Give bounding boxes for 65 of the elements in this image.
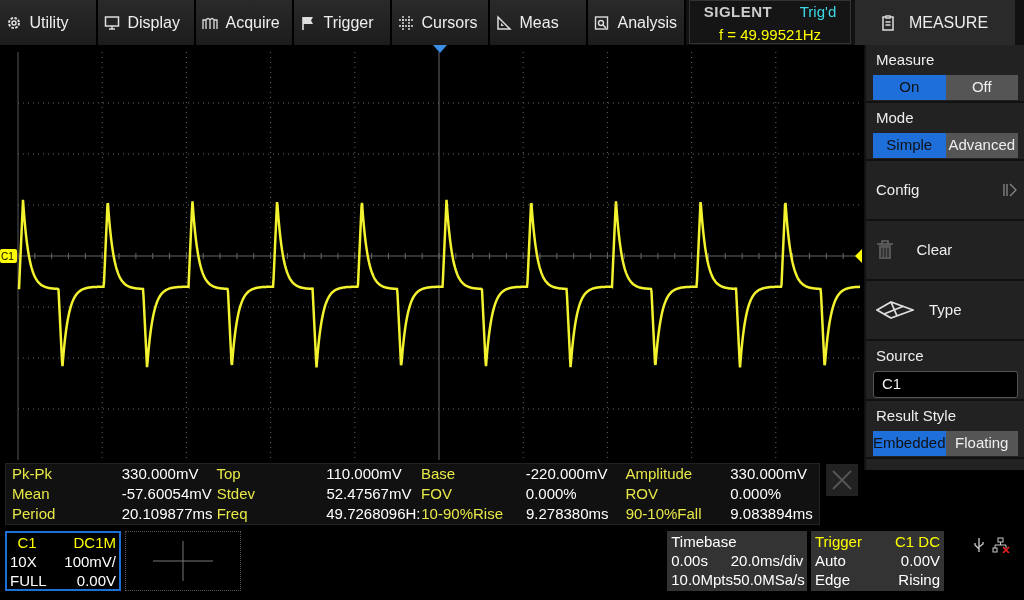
channel-panel[interactable]: C1 DC1M 10X 100mV/ FULL 0.00V xyxy=(5,531,121,591)
trigger-source: C1 DC xyxy=(895,532,940,551)
brand-logo: SIGLENT xyxy=(703,2,773,22)
measurement-name: FOV xyxy=(420,484,453,504)
menu-tab[interactable]: Meas xyxy=(490,0,588,45)
measurement-value: 52.47567mV xyxy=(325,484,413,504)
menu-tab[interactable]: Acquire xyxy=(196,0,294,45)
toggle-option[interactable]: Floating xyxy=(945,431,1018,456)
bandwidth-value: FULL xyxy=(10,571,47,590)
clear-button[interactable]: Clear xyxy=(866,221,1024,281)
measurement-value: 9.083894ms xyxy=(729,504,814,524)
measurement-name: ROV xyxy=(624,484,660,504)
toggle-option[interactable]: On xyxy=(873,75,946,100)
measurement-value: -57.60054mV xyxy=(120,484,211,504)
menu-title: MEASURE xyxy=(908,12,989,33)
measurement-value: 9.278380ms xyxy=(524,504,610,524)
delay-value: 0.00s xyxy=(671,551,708,570)
scale-value: 100mV/ xyxy=(64,552,116,571)
frequency-readout: f = 49.99521Hz xyxy=(718,25,822,43)
toggle-option[interactable]: Embedded xyxy=(873,431,946,456)
trigger-level: 0.00V xyxy=(900,551,940,570)
sample-rate: 50.0MSa/s xyxy=(732,570,805,589)
trigger-slope: Rising xyxy=(898,570,940,589)
measurement-value: 0.000% xyxy=(524,484,578,504)
type-button[interactable]: Type xyxy=(866,281,1024,341)
measurement-value: -220.000mV xyxy=(524,464,609,484)
panel-label: Result Style xyxy=(876,406,958,426)
panel-label: Source xyxy=(876,346,925,366)
timebase-scale: 20.0ms/div xyxy=(730,551,804,570)
measurement-value: 110.000mV xyxy=(325,464,403,484)
toggle-option[interactable]: Off xyxy=(945,75,1018,100)
panel-label: Mode xyxy=(876,108,915,128)
offset-value: 0.00V xyxy=(76,571,116,590)
channel-marker[interactable]: C1 xyxy=(0,249,17,263)
measurement-name: Top xyxy=(215,464,242,484)
measurement-value: 20.109877ms xyxy=(120,504,211,524)
measurement-name: Pk-Pk xyxy=(11,464,53,484)
menu-tab[interactable]: Analysis xyxy=(588,0,686,45)
menu-tab[interactable]: Utility xyxy=(0,0,98,45)
panel-label: Measure xyxy=(876,50,936,70)
toggle-option[interactable]: Advanced xyxy=(945,133,1018,158)
measurement-name: Period xyxy=(11,504,57,524)
trigger-type: Edge xyxy=(815,570,851,589)
measurement-name: Stdev xyxy=(215,484,257,504)
measurement-value: 330.000mV xyxy=(120,464,200,484)
source-field[interactable]: C1 xyxy=(873,371,1018,398)
trigger-status: Trig'd xyxy=(799,2,837,22)
measurement-value: 330.000mV xyxy=(729,464,808,484)
measurement-name: Amplitude xyxy=(624,464,694,484)
measurement-value: 0.000% xyxy=(729,484,783,504)
config-button[interactable]: Config xyxy=(866,161,1024,221)
measurement-name: 90-10%Fall xyxy=(624,504,703,524)
coupling-value: DC1M xyxy=(73,533,116,552)
menu-tab[interactable]: Cursors xyxy=(392,0,490,45)
measurement-name: Freq xyxy=(215,504,249,524)
probe-value: 10X xyxy=(10,552,37,571)
measurement-name: Mean xyxy=(11,484,51,504)
timebase-title: Timebase xyxy=(671,532,738,551)
memory-depth: 10.0Mpts xyxy=(671,570,733,589)
trigger-title: Trigger xyxy=(815,532,862,551)
menu-tab[interactable]: Display xyxy=(98,0,196,45)
trigger-mode: Auto xyxy=(815,551,846,570)
toggle-option[interactable]: Simple xyxy=(873,133,946,158)
menu-tab[interactable]: Trigger xyxy=(294,0,392,45)
measurement-name: Base xyxy=(420,464,457,484)
